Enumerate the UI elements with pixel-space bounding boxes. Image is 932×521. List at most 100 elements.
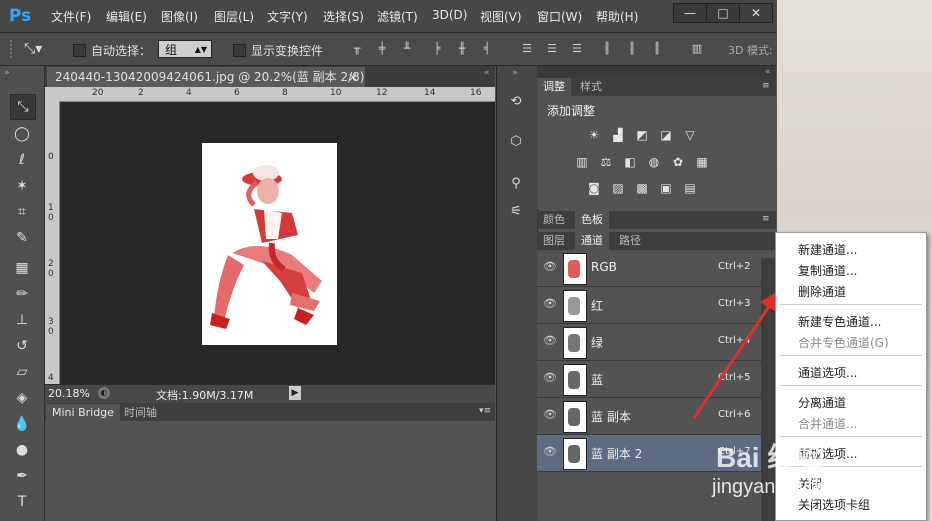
distribute-vcenter-icon[interactable]: ☰ <box>545 42 559 56</box>
menu-item-duplicate-channel[interactable]: 复制通道... <box>798 262 857 279</box>
align-left-icon[interactable]: ╞ <box>430 42 444 56</box>
crop-tool-icon[interactable]: ⌗ <box>10 200 34 224</box>
tab-channels[interactable]: 通道 <box>575 232 609 250</box>
maximize-button[interactable]: □ <box>706 3 740 23</box>
history-brush-tool-icon[interactable]: ↺ <box>10 334 34 358</box>
panel-menu-icon[interactable]: ≡ <box>762 214 770 224</box>
menu-view[interactable]: 视图(V) <box>480 8 522 25</box>
menu-help[interactable]: 帮助(H) <box>596 8 638 25</box>
close-button[interactable]: ✕ <box>739 3 773 23</box>
menu-file[interactable]: 文件(F) <box>51 8 91 25</box>
invert-icon[interactable]: ◙ <box>586 181 602 195</box>
distribute-hcenter-icon[interactable]: ║ <box>625 42 639 56</box>
auto-align-icon[interactable]: ▥ <box>690 42 704 56</box>
menu-item-new-channel[interactable]: 新建通道... <box>798 241 857 258</box>
distribute-left-icon[interactable]: ║ <box>600 42 614 56</box>
levels-icon[interactable]: ▟ <box>610 128 626 142</box>
move-tool-preset-icon[interactable]: ⤡▾ <box>24 41 42 57</box>
brightness-icon[interactable]: ☀ <box>586 128 602 142</box>
posterize-icon[interactable]: ▨ <box>610 181 626 195</box>
dodge-tool-icon[interactable]: ● <box>10 438 34 462</box>
properties-panel-icon[interactable]: ⚟ <box>504 200 528 224</box>
menu-filter[interactable]: 滤镜(T) <box>377 8 418 25</box>
curves-icon[interactable]: ◩ <box>634 128 650 142</box>
align-right-icon[interactable]: ╡ <box>480 42 494 56</box>
menu-image[interactable]: 图像(I) <box>161 8 198 25</box>
type-tool-icon[interactable]: T <box>10 490 34 514</box>
menu-item-split-channels[interactable]: 分离通道 <box>798 394 846 411</box>
menu-edit[interactable]: 编辑(E) <box>106 8 147 25</box>
brush-presets-icon[interactable]: ⚲ <box>504 172 528 196</box>
menu-item-new-spot-channel[interactable]: 新建专色通道... <box>798 313 881 330</box>
eye-icon[interactable]: 👁 <box>543 445 557 459</box>
panel-menu-icon[interactable]: ≡ <box>762 81 770 91</box>
menu-layer[interactable]: 图层(L) <box>214 8 254 25</box>
align-top-icon[interactable]: ╥ <box>350 42 364 56</box>
tab-color[interactable]: 颜色 <box>537 211 571 229</box>
tab-styles[interactable]: 样式 <box>574 78 608 96</box>
menu-type[interactable]: 文字(Y) <box>267 8 308 25</box>
menu-item-delete-channel[interactable]: 删除通道 <box>798 283 846 300</box>
eye-icon[interactable]: 👁 <box>543 334 557 348</box>
menu-select[interactable]: 选择(S) <box>323 8 364 25</box>
black-white-icon[interactable]: ◧ <box>622 155 638 169</box>
photo-filter-icon[interactable]: ◍ <box>646 155 662 169</box>
auto-select-dropdown[interactable]: 组 ▲▼ <box>158 40 212 58</box>
collapse-panel-icon[interactable]: » <box>4 68 10 78</box>
healing-brush-tool-icon[interactable]: ▦ <box>10 256 34 280</box>
close-document-icon[interactable]: × <box>348 70 358 84</box>
align-hcenter-icon[interactable]: ╫ <box>455 42 469 56</box>
distribute-right-icon[interactable]: ║ <box>650 42 664 56</box>
collapse-panel-icon[interactable]: « <box>765 67 771 77</box>
menu-item-channel-options[interactable]: 通道选项... <box>798 364 857 381</box>
tab-swatches[interactable]: 色板 <box>575 211 609 229</box>
minimize-button[interactable]: — <box>673 3 707 23</box>
brush-tool-icon[interactable]: ✏ <box>10 282 34 306</box>
gradient-map-icon[interactable]: ▤ <box>682 181 698 195</box>
tab-paths[interactable]: 路径 <box>613 232 647 250</box>
color-balance-icon[interactable]: ⚖ <box>598 155 614 169</box>
exposure-icon[interactable]: ◪ <box>658 128 674 142</box>
color-lookup-icon[interactable]: ▦ <box>694 155 710 169</box>
collapse-panel-icon[interactable]: « <box>484 68 490 78</box>
pen-tool-icon[interactable]: ✒ <box>10 464 34 488</box>
eye-icon[interactable]: 👁 <box>543 408 557 422</box>
panel-menu-icon[interactable]: ▾≡ <box>479 406 491 416</box>
tab-adjustments[interactable]: 调整 <box>537 78 571 96</box>
menu-3d[interactable]: 3D(D) <box>432 8 467 22</box>
zoom-level[interactable]: 20.18% <box>48 387 90 400</box>
hue-saturation-icon[interactable]: ▥ <box>574 155 590 169</box>
selective-color-icon[interactable]: ▣ <box>658 181 674 195</box>
distribute-bottom-icon[interactable]: ☰ <box>570 42 584 56</box>
eye-icon[interactable]: 👁 <box>543 260 557 274</box>
clone-stamp-tool-icon[interactable]: ⊥ <box>10 308 34 332</box>
tab-layers[interactable]: 图层 <box>537 232 571 250</box>
tab-mini-bridge[interactable]: Mini Bridge <box>46 404 120 421</box>
move-tool-icon[interactable]: ⤡ <box>10 94 36 120</box>
lasso-tool-icon[interactable]: ℓ <box>10 148 34 172</box>
distribute-top-icon[interactable]: ☰ <box>520 42 534 56</box>
paint-bucket-tool-icon[interactable]: ◈ <box>10 386 34 410</box>
magic-wand-tool-icon[interactable]: ✶ <box>10 174 34 198</box>
document-tab[interactable]: 240440-13042009424061.jpg @ 20.2%(蓝 副本 2… <box>47 67 365 104</box>
vibrance-icon[interactable]: ▽ <box>682 128 698 142</box>
show-transform-checkbox[interactable] <box>233 44 246 57</box>
blur-tool-icon[interactable]: 💧 <box>10 412 34 436</box>
eye-icon[interactable]: 👁 <box>543 297 557 311</box>
align-bottom-icon[interactable]: ╨ <box>400 42 414 56</box>
eraser-tool-icon[interactable]: ▱ <box>10 360 34 384</box>
align-vcenter-icon[interactable]: ╪ <box>375 42 389 56</box>
channel-mixer-icon[interactable]: ✿ <box>670 155 686 169</box>
tab-timeline[interactable]: 时间轴 <box>118 404 163 421</box>
eyedropper-tool-icon[interactable]: ✎ <box>10 226 34 250</box>
threshold-icon[interactable]: ▩ <box>634 181 650 195</box>
marquee-tool-icon[interactable]: ◯ <box>10 122 34 146</box>
auto-select-checkbox[interactable] <box>73 44 86 57</box>
status-info-icon[interactable]: ◐ <box>98 387 110 399</box>
3d-panel-icon[interactable]: ⬡ <box>504 130 528 154</box>
collapse-panel-icon[interactable]: » <box>512 68 518 78</box>
history-panel-icon[interactable]: ⟲ <box>504 90 528 114</box>
menu-window[interactable]: 窗口(W) <box>537 8 582 25</box>
eye-icon[interactable]: 👁 <box>543 371 557 385</box>
document-image[interactable] <box>202 143 337 345</box>
